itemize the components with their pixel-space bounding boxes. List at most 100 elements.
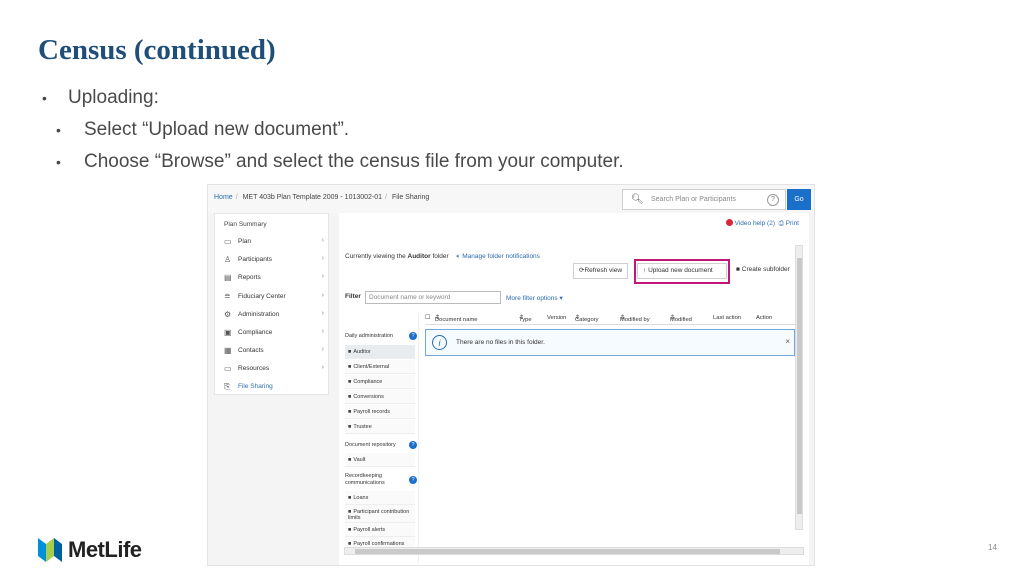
viewing-suffix: folder [432,253,449,260]
search-input[interactable]: 🔍︎ Search Plan or Participants ? [622,189,786,210]
col-label: Type [519,317,532,323]
folder-payroll-alerts[interactable]: ■ Payroll alerts [345,523,415,537]
nav-item-administration[interactable]: ⚙ Administration › [224,309,324,323]
nav-label: Reports [238,274,261,281]
breadcrumb: Home / MET 403b Plan Template 2009 - 1013… [214,194,430,201]
viewing-prefix: Currently viewing the [345,253,406,260]
folder-conversions[interactable]: ■ Conversions [345,390,415,404]
empty-folder-message: There are no files in this folder. [456,339,545,346]
slide-title: Census (continued) [38,34,276,66]
breadcrumb-plan[interactable]: MET 403b Plan Template 2009 - 1013002-01 [243,194,382,201]
more-filter-options-link[interactable]: More filter options ▾ [506,294,563,302]
refresh-view-button[interactable]: ⟳Refresh view [573,263,629,279]
select-all-checkbox[interactable]: ☐ [425,315,430,321]
bullet-text: Select “Upload new document”. [84,119,350,140]
main-panel: Video help (2) ⎙ Print Currently viewing… [339,213,809,565]
bullet-dot: • [56,154,61,170]
folder-payroll-records[interactable]: ■ Payroll records [345,405,415,419]
filter-input[interactable]: Document name or keyword [365,291,501,304]
nav-title-plan-summary[interactable]: Plan Summary [224,221,267,228]
page-number: 14 [988,543,997,552]
manage-notifications-link[interactable]: 🔈︎ Manage folder notifications [457,253,540,260]
go-button[interactable]: Go [787,189,811,210]
col-type[interactable]: Type ⇕ [519,315,532,323]
nav-item-contacts[interactable]: ▦ Contacts › [224,345,324,359]
folder-icon: ▭ [224,364,232,373]
folder-icon: ■ [348,349,352,355]
col-version: Version [547,315,567,321]
nav-item-participants[interactable]: ♙ Participants › [224,254,324,268]
vertical-scrollbar[interactable] [795,245,803,530]
metlife-wordmark: MetLife [68,537,142,562]
chevron-right-icon: › [321,273,324,280]
folder-tree: Daily administration? ■ Auditor ■ Client/E… [339,313,419,563]
scroll-thumb[interactable] [355,549,780,554]
folder-label: Compliance [353,379,383,385]
col-modified[interactable]: Modified ⇕ [670,315,692,323]
search-placeholder: Search Plan or Participants [651,196,736,203]
contacts-icon: ▦ [224,346,232,355]
col-label: Modified by [620,317,650,323]
upload-button-highlight [634,259,730,284]
chevron-right-icon: › [321,328,324,335]
col-modified-by[interactable]: Modified by ⇕ [620,315,650,323]
folder-loans[interactable]: ■ Loans [345,491,415,505]
nav-item-file-sharing[interactable]: ⎘ File Sharing [224,381,324,395]
section-recordkeeping-communications: Recordkeeping communications? [345,473,417,487]
chevron-right-icon: › [321,237,324,244]
folder-participant-contribution-limits[interactable]: ■ Participant contribution limits [345,505,415,523]
folder-label: Payroll alerts [353,527,386,533]
bullet-text: Choose “Browse” and select the census fi… [84,151,624,172]
nav-item-fiduciary-center[interactable]: ≘ Fiduciary Center › [224,291,324,305]
bullet-select-upload: • Select “Upload new document”. [56,119,350,141]
people-icon: ♙ [224,255,232,264]
help-links: Video help (2) ⎙ Print [725,219,799,228]
info-icon: i [432,335,447,350]
nav-item-reports[interactable]: ▤ Reports › [224,272,324,286]
help-icon[interactable]: ? [767,194,779,206]
folder-vault[interactable]: ■ Vault [345,453,415,467]
col-document-name[interactable]: Document name ⇕ [435,315,478,323]
empty-folder-alert: i There are no files in this folder. × [425,329,795,356]
nav-label: File Sharing [238,383,273,390]
folder-compliance[interactable]: ■ Compliance [345,375,415,389]
help-icon[interactable]: ? [409,332,417,340]
folder-client-external[interactable]: ■ Client/External [345,360,415,374]
folder-icon: ■ [736,266,740,273]
folder-icon: ■ [348,495,352,501]
create-subfolder-button[interactable]: ■ Create subfolder [731,263,795,279]
nav-item-plan[interactable]: ▭ Plan › [224,236,324,250]
video-help-link[interactable]: Video help (2) [735,220,775,227]
nav-item-resources[interactable]: ▭ Resources › [224,363,324,377]
gear-icon: ⚙ [224,310,232,319]
section-title: Daily administration [345,333,393,339]
col-label: Modified [670,317,692,323]
viewing-folder: Auditor [407,253,431,260]
documents-table-header: ☐ Document name ⇕ Type ⇕ Version Categor… [425,313,795,325]
folder-icon: ■ [348,424,352,430]
bullet-dot: • [56,122,61,138]
col-category[interactable]: Category ⇕ [575,315,599,323]
breadcrumb-home[interactable]: Home [214,194,233,201]
more-filter-label: More filter options [506,295,558,302]
horizontal-scrollbar[interactable] [344,547,804,555]
chevron-right-icon: › [321,364,324,371]
help-icon[interactable]: ? [409,476,417,484]
folder-icon: ■ [348,527,352,533]
bullet-text: Uploading: [68,87,159,108]
database-icon: ≘ [224,292,231,301]
close-icon[interactable]: × [785,337,790,346]
compliance-icon: ▣ [224,328,232,337]
folder-trustee[interactable]: ■ Trustee [345,420,415,434]
folder-icon: ■ [348,379,352,385]
scroll-thumb[interactable] [797,258,802,514]
bullet-uploading: • Uploading: [42,87,159,109]
folder-icon: ■ [348,457,352,463]
folder-label: Client/External [353,364,390,370]
metlife-logo-mark [38,538,62,562]
folder-auditor[interactable]: ■ Auditor [345,345,415,359]
print-link[interactable]: Print [786,220,799,227]
nav-item-compliance[interactable]: ▣ Compliance › [224,327,324,341]
help-icon[interactable]: ? [409,441,417,449]
chevron-right-icon: › [321,346,324,353]
